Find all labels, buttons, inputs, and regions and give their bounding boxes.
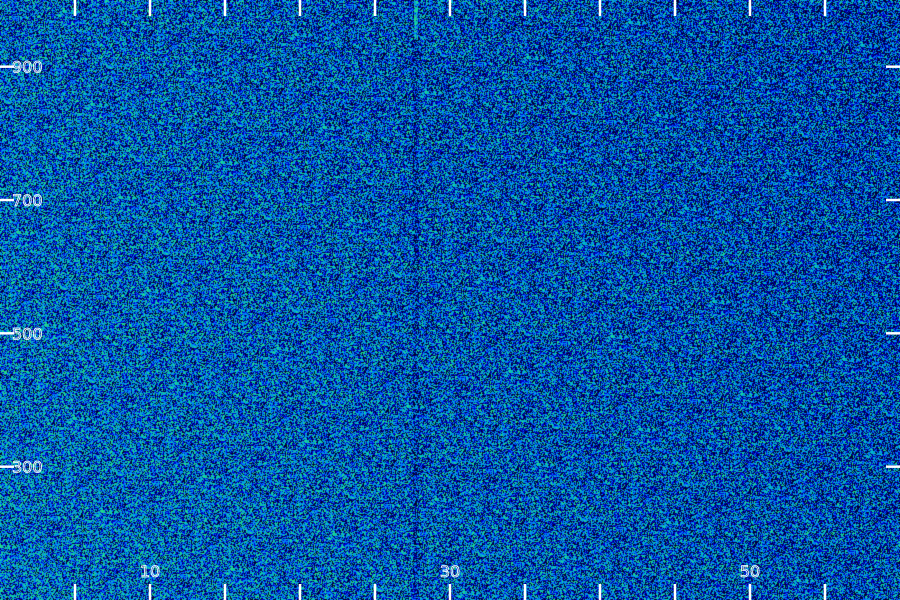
x-tick-label: 50 bbox=[740, 562, 760, 581]
y-tick-label: 700 bbox=[12, 191, 43, 210]
y-tick-label: 500 bbox=[12, 324, 43, 343]
y-tick-label: 900 bbox=[12, 58, 43, 77]
spectrogram-plot: 10 30 50 300 500 700 900 bbox=[0, 0, 900, 600]
x-tick-label: 10 bbox=[140, 562, 160, 581]
axes-overlay: 10 30 50 300 500 700 900 bbox=[0, 0, 900, 600]
x-tick-label: 30 bbox=[440, 562, 460, 581]
y-tick-label: 300 bbox=[12, 458, 43, 477]
